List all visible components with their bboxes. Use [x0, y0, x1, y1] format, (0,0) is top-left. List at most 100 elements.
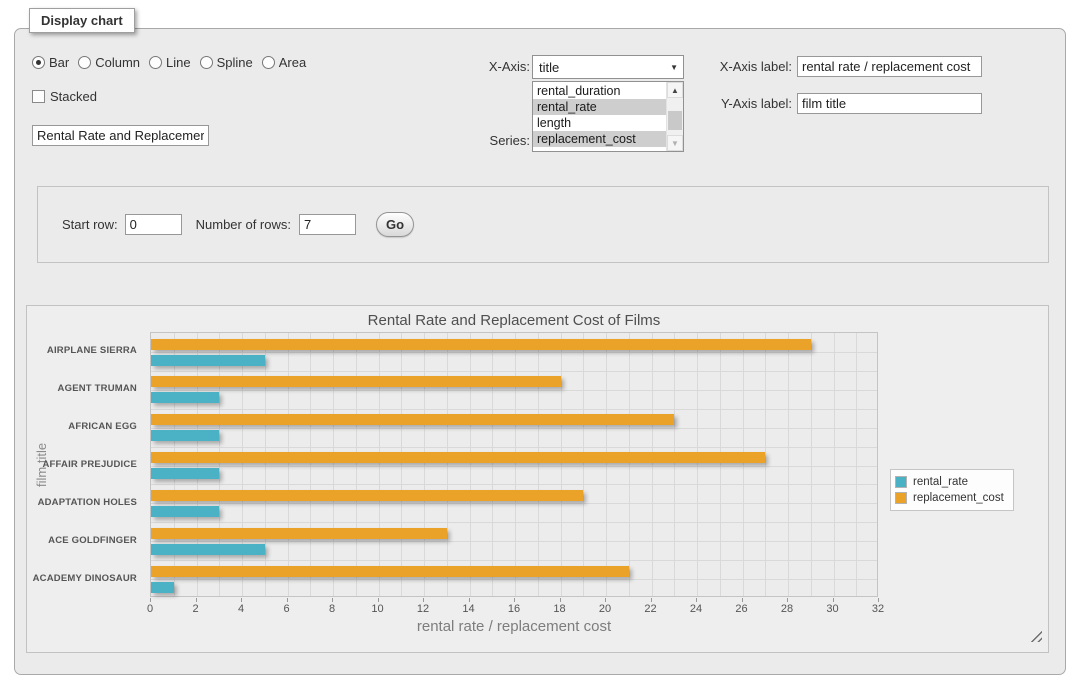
series-listbox[interactable]: rental_durationrental_ratelengthreplacem… [532, 81, 684, 152]
legend-swatch [895, 476, 907, 488]
x-axis-select[interactable]: title ▼ [532, 55, 684, 79]
bar-rental_rate [151, 392, 219, 403]
chart-type-option-spline[interactable]: Spline [200, 55, 253, 70]
gridline-vertical [401, 333, 402, 596]
radio-label: Line [166, 55, 191, 70]
x-tick-label: 8 [316, 603, 348, 615]
gridline-horizontal [151, 447, 877, 448]
radio-column[interactable] [78, 56, 91, 69]
x-tick-label: 16 [498, 603, 530, 615]
category-label: AGENT TRUMAN [33, 370, 144, 408]
series-option-rental_duration[interactable]: rental_duration [533, 83, 666, 99]
chart-type-option-area[interactable]: Area [262, 55, 306, 70]
x-tick-mark [423, 598, 424, 602]
gridline-horizontal [151, 466, 877, 467]
x-tick-mark [150, 598, 151, 602]
y-axis-label-input[interactable] [797, 93, 982, 114]
category-label: ACADEMY DINOSAUR [33, 559, 144, 597]
radio-label: Area [279, 55, 306, 70]
bar-replacement_cost [151, 376, 561, 387]
chevron-down-icon: ▼ [670, 63, 678, 72]
scroll-up-icon[interactable]: ▲ [667, 82, 683, 98]
gridline-vertical [606, 333, 607, 596]
x-tick-label: 22 [635, 603, 667, 615]
x-axis-caption: X-Axis: [445, 55, 530, 79]
scrollbar-thumb[interactable] [668, 111, 682, 130]
display-chart-panel: Display chart BarColumnLineSplineArea St… [14, 28, 1066, 675]
series-caption: Series: [445, 133, 530, 148]
scroll-down-icon[interactable]: ▼ [667, 135, 683, 151]
gridline-horizontal [151, 390, 877, 391]
start-row-label: Start row: [62, 217, 118, 232]
x-tick-mark [241, 598, 242, 602]
chart-type-option-line[interactable]: Line [149, 55, 191, 70]
x-tick-mark [287, 598, 288, 602]
start-row-input[interactable] [125, 214, 182, 235]
category-axis-labels: AIRPLANE SIERRAAGENT TRUMANAFRICAN EGGAF… [33, 332, 144, 597]
row-range-panel: Start row: Number of rows: Go [37, 186, 1049, 263]
series-option-rental_rate[interactable]: rental_rate [533, 99, 666, 115]
gridline-vertical [515, 333, 516, 596]
radio-spline[interactable] [200, 56, 213, 69]
x-tick-label: 20 [589, 603, 621, 615]
gridline-vertical [242, 333, 243, 596]
gridline-horizontal [151, 484, 877, 485]
gridline-vertical [834, 333, 835, 596]
x-tick-mark [833, 598, 834, 602]
gridline-vertical [424, 333, 425, 596]
x-tick-mark [560, 598, 561, 602]
x-tick-label: 18 [544, 603, 576, 615]
x-tick-label: 14 [453, 603, 485, 615]
gridline-vertical [788, 333, 789, 596]
gridline-vertical [288, 333, 289, 596]
x-tick-label: 26 [726, 603, 758, 615]
bar-rental_rate [151, 430, 219, 441]
x-tick-mark [878, 598, 879, 602]
legend-swatch [895, 492, 907, 504]
gridline-vertical [811, 333, 812, 596]
bar-rental_rate [151, 544, 265, 555]
legend-label: replacement_cost [913, 492, 1004, 504]
gridline-vertical [470, 333, 471, 596]
x-tick-mark [514, 598, 515, 602]
legend-label: rental_rate [913, 476, 968, 488]
go-button[interactable]: Go [376, 212, 414, 237]
gridline-vertical [197, 333, 198, 596]
radio-line[interactable] [149, 56, 162, 69]
x-tick-label: 4 [225, 603, 257, 615]
chart-type-option-bar[interactable]: Bar [32, 55, 69, 70]
x-axis-title: rental rate / replacement cost [150, 618, 878, 635]
gridline-vertical [697, 333, 698, 596]
number-of-rows-label: Number of rows: [196, 217, 291, 232]
series-list-scrollbar[interactable]: ▲ ▼ [666, 82, 683, 151]
resize-grip-icon[interactable] [1030, 630, 1042, 642]
gridline-vertical [583, 333, 584, 596]
series-option-length[interactable]: length [533, 115, 666, 131]
chart-title-input[interactable] [32, 125, 209, 146]
gridline-horizontal [151, 579, 877, 580]
page: { "display_panel": { "legend": "Display … [0, 0, 1081, 681]
chart-type-option-column[interactable]: Column [78, 55, 140, 70]
bar-rental_rate [151, 355, 265, 366]
chart-type-group: Bar Column Line Spline Area [32, 55, 306, 70]
x-tick-label: 10 [362, 603, 394, 615]
radio-bar[interactable] [32, 56, 45, 69]
bar-rental_rate [151, 506, 219, 517]
number-of-rows-input[interactable] [299, 214, 356, 235]
gridline-horizontal [151, 522, 877, 523]
x-tick-label: 24 [680, 603, 712, 615]
stacked-checkbox[interactable] [32, 90, 45, 103]
bar-replacement_cost [151, 452, 765, 463]
x-axis-selected-value: title [539, 60, 559, 75]
gridline-vertical [538, 333, 539, 596]
chart-container: Rental Rate and Replacement Cost of Film… [26, 305, 1049, 653]
series-option-replacement_cost[interactable]: replacement_cost [533, 131, 666, 147]
legend-item-rental_rate: rental_rate [895, 474, 1004, 490]
radio-label: Spline [217, 55, 253, 70]
radio-area[interactable] [262, 56, 275, 69]
gridline-horizontal [151, 541, 877, 542]
gridline-vertical [765, 333, 766, 596]
x-axis-label-input[interactable] [797, 56, 982, 77]
legend-item-replacement_cost: replacement_cost [895, 490, 1004, 506]
chart-legend: rental_rate replacement_cost [890, 469, 1014, 511]
